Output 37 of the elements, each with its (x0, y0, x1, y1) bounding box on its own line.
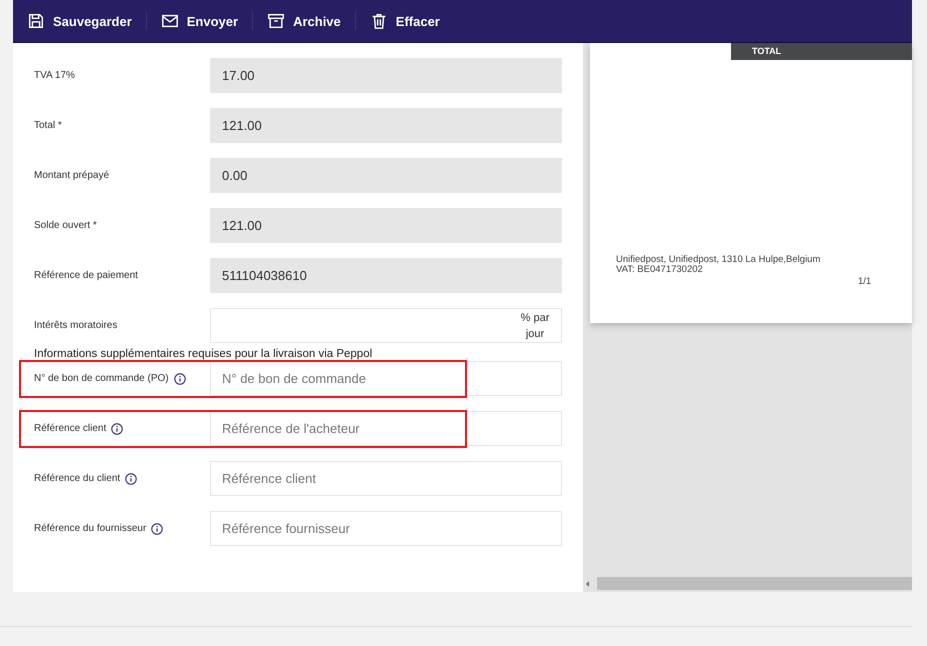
footer-text: VAT: BE0471730202 (616, 265, 704, 275)
info-icon[interactable] (111, 422, 124, 434)
readonly-field[interactable]: 17.00 (210, 58, 562, 93)
field-label: Montant prépayé (34, 170, 110, 181)
scrollbar-thumb[interactable] (597, 577, 912, 590)
save-button[interactable]: Sauvegarder (27, 8, 132, 34)
field-label: Total * (34, 120, 62, 131)
field-label: Référence du fournisseur (34, 523, 146, 534)
info-icon[interactable] (151, 522, 164, 534)
input-field[interactable]: % par jour (210, 308, 562, 343)
input-field[interactable]: Référence fournisseur (210, 511, 562, 546)
section-heading: Informations supplémentaires requises pour la livraison via Peppol (34, 348, 372, 360)
input-field[interactable]: Référence de l'acheteur (210, 411, 562, 446)
page-number: 1/1 (858, 276, 872, 287)
archive-box-icon (267, 12, 286, 30)
readonly-field[interactable]: 121.00 (210, 208, 562, 243)
input-field[interactable]: N° de bon de commande (210, 361, 562, 396)
footer-text: Unifiedpost, Unifiedpost, 1310 La Hulpe,Belgium (616, 255, 820, 265)
readonly-field[interactable]: 511104038610 (210, 258, 562, 293)
send-button[interactable]: Envoyer (160, 8, 238, 34)
readonly-field[interactable]: 0.00 (210, 158, 562, 193)
archive-button[interactable]: Archive (267, 8, 341, 34)
total-header: TOTAL (731, 43, 912, 60)
field-label: TVA 17% (34, 70, 75, 81)
input-field[interactable]: Référence client (210, 461, 562, 496)
field-label: Solde ouvert * (34, 220, 97, 231)
field-label: Référence client (34, 423, 106, 434)
info-icon[interactable] (174, 372, 186, 384)
trash-icon (370, 12, 388, 30)
field-label: Référence du client (34, 473, 120, 484)
delete-button[interactable]: Effacer (370, 8, 440, 34)
field-label: N° de bon de commande (PO) (34, 373, 169, 384)
field-label: Intérêts moratoires (34, 320, 118, 331)
field-label: Référence de paiement (34, 270, 138, 281)
envelope-icon (160, 12, 179, 30)
info-icon[interactable] (125, 472, 138, 484)
readonly-field[interactable]: 121.00 (210, 108, 562, 143)
